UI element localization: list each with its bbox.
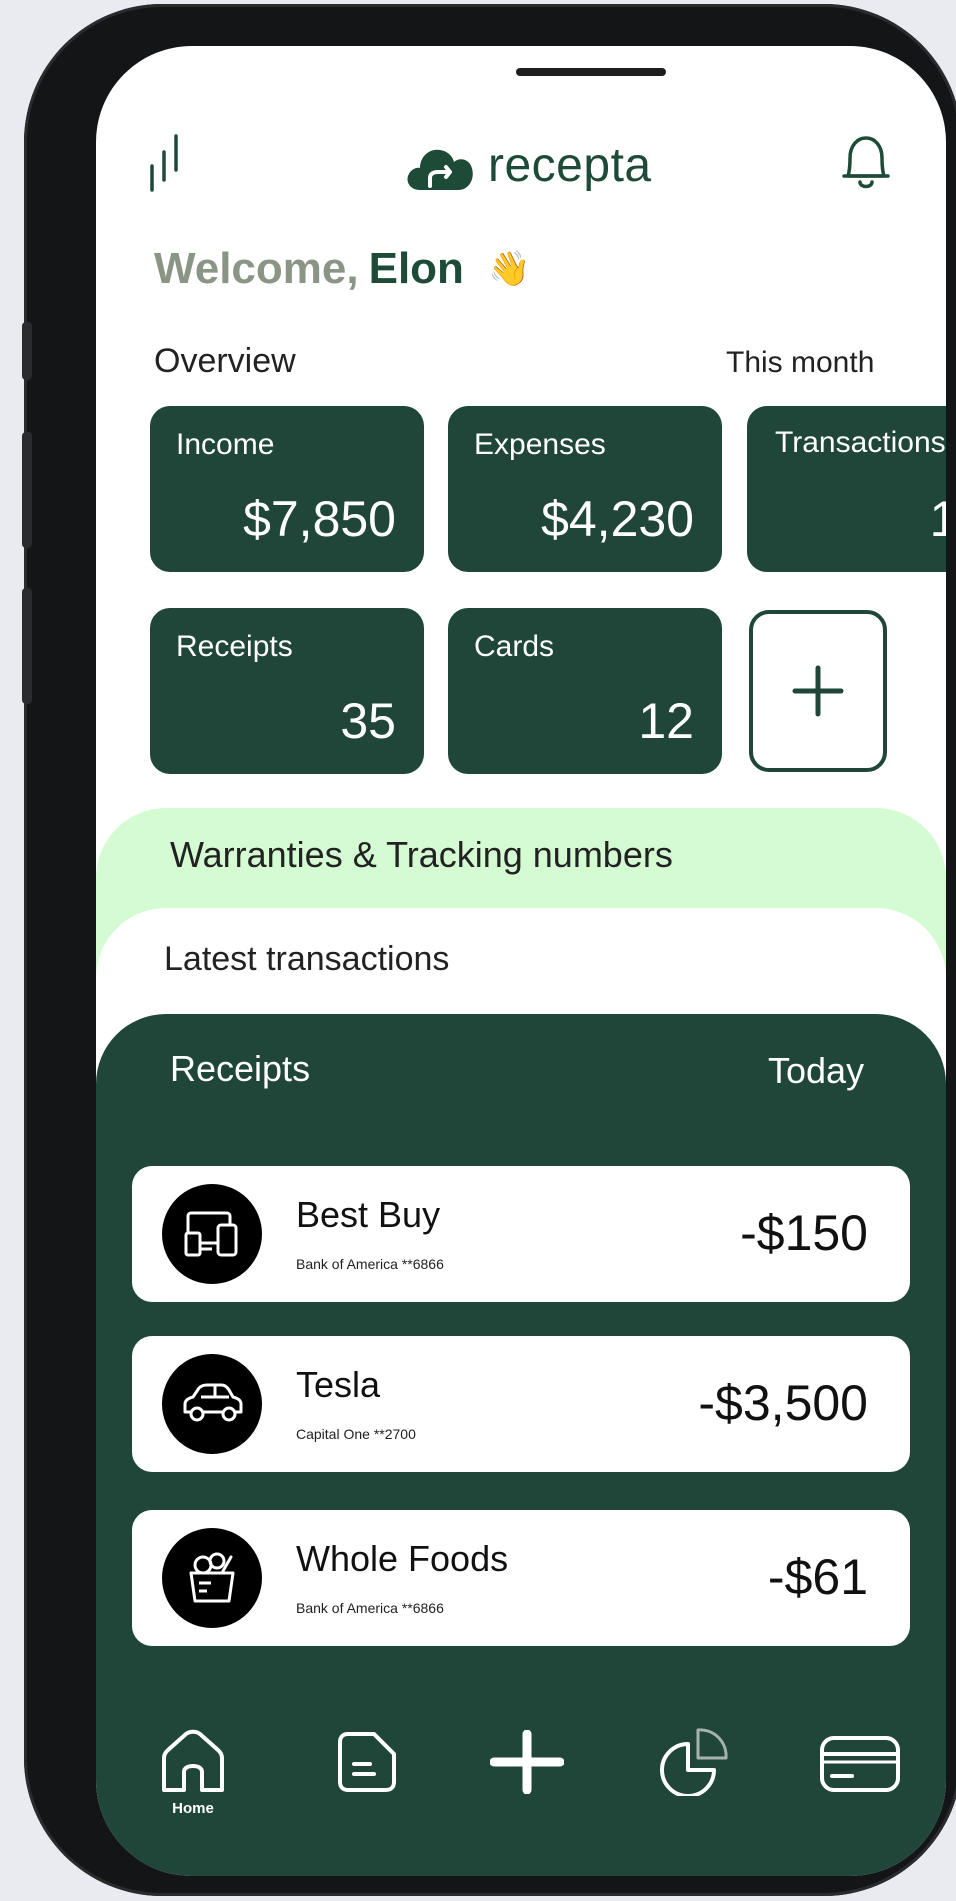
tile-value: $7,850 bbox=[243, 491, 396, 547]
overview-title: Overview bbox=[154, 342, 296, 380]
tile-receipts[interactable]: Receipts 35 bbox=[150, 608, 424, 774]
merchant-name: Whole Foods bbox=[296, 1538, 509, 1579]
phone-frame: recepta Welcome, Elon 👋 Overview This mo… bbox=[22, 4, 956, 1896]
nav-cards[interactable] bbox=[818, 1734, 902, 1794]
tile-value: 102 bbox=[929, 491, 946, 547]
transaction-amount: -$3,500 bbox=[698, 1375, 868, 1431]
home-icon bbox=[162, 1729, 224, 1792]
plus-icon bbox=[792, 665, 844, 717]
cloud-logo-icon bbox=[407, 149, 473, 190]
car-icon bbox=[183, 1383, 243, 1422]
card-icon bbox=[820, 1736, 900, 1792]
tile-value: $4,230 bbox=[541, 491, 694, 547]
nav-add[interactable] bbox=[490, 1730, 564, 1794]
tile-value: 35 bbox=[340, 693, 396, 749]
tile-label: Income bbox=[176, 428, 275, 461]
nav-home-label: Home bbox=[172, 1800, 214, 1817]
overview-period-selector[interactable]: This month bbox=[726, 346, 874, 380]
welcome-message: Welcome, Elon 👋 bbox=[154, 244, 530, 294]
transaction-row[interactable]: Best Buy Bank of America **6866 -$150 bbox=[132, 1166, 910, 1302]
transaction-row[interactable]: Whole Foods Bank of America **6866 -$61 bbox=[132, 1510, 910, 1646]
bell-icon[interactable] bbox=[838, 130, 894, 196]
tile-income[interactable]: Income $7,850 bbox=[150, 406, 424, 572]
receipts-title: Receipts bbox=[170, 1048, 311, 1089]
nav-home[interactable]: Home bbox=[158, 1728, 228, 1817]
tile-cards[interactable]: Cards 12 bbox=[448, 608, 722, 774]
volume-up-button bbox=[22, 432, 32, 548]
merchant-name: Best Buy bbox=[296, 1194, 441, 1235]
account-info: Bank of America **6866 bbox=[296, 1600, 444, 1616]
tile-expenses[interactable]: Expenses $4,230 bbox=[448, 406, 722, 572]
account-info: Capital One **2700 bbox=[296, 1426, 416, 1442]
welcome-prefix: Welcome, bbox=[154, 244, 359, 293]
app-name: recepta bbox=[488, 139, 652, 192]
wave-emoji: 👋 bbox=[487, 250, 531, 288]
merchant-name: Tesla bbox=[296, 1364, 381, 1405]
menu-icon[interactable] bbox=[148, 130, 192, 194]
warranties-title: Warranties & Tracking numbers bbox=[170, 834, 673, 875]
nav-documents[interactable] bbox=[336, 1730, 398, 1794]
account-info: Bank of America **6866 bbox=[296, 1256, 444, 1272]
app-logo: recepta bbox=[406, 138, 652, 193]
nav-analytics[interactable] bbox=[656, 1724, 732, 1796]
pie-chart-icon bbox=[660, 1728, 728, 1796]
user-name: Elon bbox=[368, 244, 464, 293]
tile-label: Transactions bbox=[775, 426, 946, 459]
transaction-amount: -$61 bbox=[767, 1549, 868, 1605]
transaction-row[interactable]: Tesla Capital One **2700 -$3,500 bbox=[132, 1336, 910, 1472]
latest-transactions-title: Latest transactions bbox=[164, 940, 450, 978]
merchant-avatar bbox=[162, 1184, 262, 1284]
grocery-bag-icon bbox=[189, 1552, 235, 1603]
document-icon bbox=[338, 1732, 396, 1792]
tile-label: Cards bbox=[474, 630, 555, 663]
app-header: recepta bbox=[96, 46, 946, 246]
devices-icon bbox=[184, 1211, 238, 1257]
bottom-navigation: Home bbox=[96, 1710, 946, 1840]
tile-transactions[interactable]: Transactions 102 bbox=[747, 406, 946, 572]
merchant-avatar bbox=[162, 1354, 262, 1454]
mute-switch bbox=[22, 322, 32, 380]
app-screen: recepta Welcome, Elon 👋 Overview This mo… bbox=[96, 46, 946, 1876]
volume-down-button bbox=[22, 588, 32, 704]
receipts-period[interactable]: Today bbox=[768, 1050, 864, 1092]
tile-label: Expenses bbox=[474, 428, 606, 461]
merchant-avatar bbox=[162, 1528, 262, 1628]
transaction-amount: -$150 bbox=[740, 1205, 868, 1261]
tile-value: 12 bbox=[638, 693, 694, 749]
tile-label: Receipts bbox=[176, 630, 293, 663]
plus-icon bbox=[490, 1730, 564, 1794]
add-tile-button[interactable] bbox=[749, 610, 887, 772]
